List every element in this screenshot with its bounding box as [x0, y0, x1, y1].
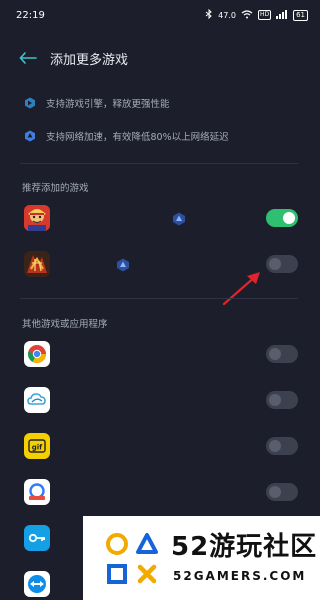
list-item — [0, 200, 320, 236]
watermark: 52游玩社区 52GAMERS.COM — [83, 516, 320, 600]
toggle-switch[interactable] — [266, 483, 298, 501]
toggle-switch[interactable] — [266, 437, 298, 455]
watermark-title: 52游玩社区 — [171, 532, 318, 562]
hd-badge-icon: HD — [257, 10, 272, 20]
list-item — [0, 474, 320, 510]
status-bar: 22:19 47.0 HD 61 — [0, 0, 320, 30]
cloud-app-icon[interactable] — [24, 387, 50, 413]
signal-icon — [276, 9, 288, 21]
net-speed: 47.0 — [218, 10, 236, 20]
other-apps-section-title: 其他游戏或应用程序 — [22, 319, 108, 330]
toggle-knob — [269, 394, 281, 406]
feature-network: 支持网络加速，有效降低80%以上网络延迟 — [24, 129, 229, 143]
watermark-logo-icon — [106, 533, 158, 584]
list-item — [0, 246, 320, 282]
divider — [20, 298, 298, 299]
back-button[interactable] — [16, 46, 40, 70]
chrome-icon[interactable] — [24, 341, 50, 367]
watermark-url: 52GAMERS.COM — [173, 569, 307, 583]
toggle-knob — [269, 440, 281, 452]
feature-engine: 支持游戏引擎，释放更强性能 — [24, 96, 170, 110]
toggle-knob — [269, 486, 281, 498]
toggle-knob — [269, 258, 281, 270]
accelerate-badge-icon — [172, 211, 186, 226]
status-icons: 47.0 HD 61 — [205, 8, 308, 21]
accelerate-badge-icon — [116, 257, 130, 272]
blue-app-icon[interactable] — [24, 479, 50, 505]
engine-icon — [24, 97, 36, 109]
game-icon-1[interactable] — [24, 205, 50, 231]
toggle-knob — [269, 348, 281, 360]
toggle-switch[interactable] — [266, 209, 298, 227]
page-title: 添加更多游戏 — [50, 52, 129, 68]
toggle-knob — [283, 212, 295, 224]
back-arrow-icon — [19, 52, 37, 64]
toggle-switch[interactable] — [266, 345, 298, 363]
game-icon-2[interactable] — [24, 251, 50, 277]
toggle-switch[interactable] — [266, 255, 298, 273]
feature-engine-text: 支持游戏引擎，释放更强性能 — [46, 99, 170, 110]
bluetooth-icon — [205, 8, 213, 21]
gif-app-icon[interactable]: gif — [24, 433, 50, 459]
red-arrow-icon — [222, 272, 260, 306]
list-item — [0, 336, 320, 372]
list-item — [0, 382, 320, 418]
feature-network-text: 支持网络加速，有效降低80%以上网络延迟 — [46, 132, 229, 143]
wifi-icon — [241, 9, 253, 21]
battery-icon: 61 — [293, 9, 308, 21]
divider — [20, 163, 298, 164]
teamviewer-icon[interactable] — [24, 571, 50, 597]
svg-text:gif: gif — [32, 444, 43, 452]
list-item: gif — [0, 428, 320, 464]
network-accel-icon — [24, 130, 36, 142]
status-time: 22:19 — [16, 9, 45, 21]
toggle-switch[interactable] — [266, 391, 298, 409]
key-app-icon[interactable] — [24, 525, 50, 551]
recommended-section-title: 推荐添加的游戏 — [22, 183, 89, 194]
header: 添加更多游戏 — [0, 40, 320, 76]
